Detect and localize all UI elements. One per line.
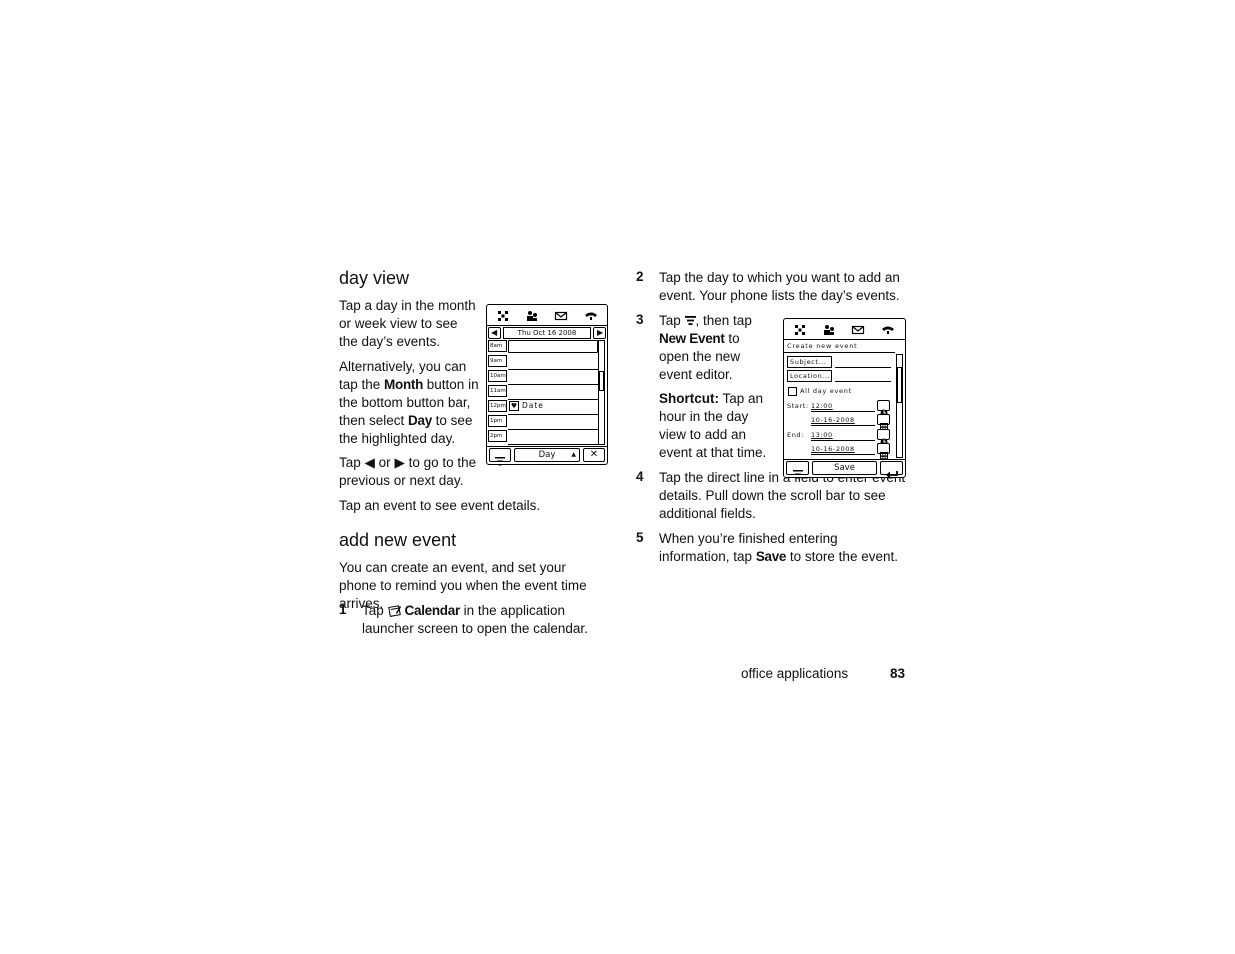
step-1-number: 1 bbox=[339, 602, 347, 617]
page-number: 83 bbox=[890, 666, 906, 681]
step-2-number: 2 bbox=[636, 269, 644, 284]
hour-label: 12pm bbox=[488, 400, 507, 412]
close-icon: ✕ bbox=[589, 449, 599, 460]
end-time-button[interactable] bbox=[877, 429, 890, 446]
event-row[interactable]: ♥ Date bbox=[508, 400, 598, 415]
new-event-ref: New Event bbox=[659, 331, 725, 346]
calendar-app-icon bbox=[387, 604, 402, 617]
message-icon bbox=[851, 322, 865, 336]
day-view-paragraph-4: Tap an event to see event details. bbox=[339, 498, 541, 513]
section-heading-add-new-event: add new event bbox=[339, 530, 457, 550]
day-view-paragraph-2: Alternatively, you can tap the Month but… bbox=[339, 359, 479, 446]
hour-slot[interactable] bbox=[508, 385, 598, 400]
hour-label: 1pm bbox=[488, 415, 507, 427]
event-label: Date bbox=[522, 401, 544, 410]
step-3-text: Tap , then tap New Event to open the new… bbox=[659, 312, 752, 382]
step-5-number: 5 bbox=[636, 530, 644, 545]
day-view-paragraph-1: Tap a day in the month or week view to s… bbox=[339, 298, 476, 349]
menu-button[interactable] bbox=[786, 461, 809, 479]
start-time-field[interactable]: 12:00 bbox=[811, 401, 875, 412]
right-arrow-icon: ▶ bbox=[394, 455, 405, 470]
day-view-screenshot: ◀ Thu Oct 16 2008 ▶ 8am 9am 10am 11am 12… bbox=[486, 304, 608, 466]
hour-label: 9am bbox=[488, 355, 507, 367]
end-label: End: bbox=[787, 431, 804, 439]
left-arrow-icon: ◀ bbox=[364, 455, 375, 470]
prev-day-button[interactable]: ◀ bbox=[488, 327, 501, 339]
start-date-button[interactable] bbox=[877, 414, 890, 431]
hour-label: 2pm bbox=[488, 430, 507, 442]
hour-list: 8am 9am 10am 11am 12pm ♥ Date 1pm 2pm bbox=[488, 340, 598, 445]
hour-label: 10am bbox=[488, 370, 507, 382]
calendar-ref: Calendar bbox=[404, 603, 461, 618]
step-1-text: Tap Calendar in the application launcher… bbox=[362, 603, 588, 636]
menu-icon bbox=[793, 464, 803, 483]
month-button-ref: Month bbox=[384, 377, 424, 392]
phone-icon bbox=[584, 308, 598, 322]
end-date-field[interactable]: 10-16-2008 bbox=[811, 444, 875, 455]
hour-slot[interactable] bbox=[508, 355, 598, 370]
step-4-number: 4 bbox=[636, 469, 644, 484]
scrollbar-thumb[interactable] bbox=[897, 367, 902, 403]
subject-button[interactable]: Subject... bbox=[787, 356, 832, 368]
left-arrow-icon: ◀ bbox=[491, 328, 498, 337]
message-icon bbox=[554, 308, 568, 322]
hour-label: 8am bbox=[488, 340, 507, 352]
date-label: Thu Oct 16 2008 bbox=[503, 327, 591, 339]
save-button[interactable]: Save bbox=[812, 461, 877, 475]
location-field[interactable] bbox=[835, 381, 891, 382]
scrollbar-thumb[interactable] bbox=[599, 371, 604, 391]
hour-slot[interactable] bbox=[508, 340, 598, 353]
shortcut-text: Shortcut: Tap an hour in the day view to… bbox=[659, 391, 767, 460]
footer-section-title: office applications bbox=[741, 666, 849, 681]
hour-slot[interactable] bbox=[508, 370, 598, 385]
close-button[interactable]: ✕ bbox=[583, 448, 605, 462]
view-select-button[interactable]: Day ▲ bbox=[514, 448, 580, 462]
shortcut-label: Shortcut: bbox=[659, 391, 719, 406]
section-heading-day-view: day view bbox=[339, 268, 410, 288]
hour-slot[interactable] bbox=[508, 415, 598, 430]
start-time-button[interactable] bbox=[877, 400, 890, 417]
save-ref: Save bbox=[755, 549, 787, 564]
return-arrow-icon bbox=[885, 464, 899, 483]
subject-field[interactable] bbox=[835, 367, 891, 368]
form-title: Create new event bbox=[787, 342, 858, 350]
scrollbar[interactable] bbox=[896, 354, 903, 458]
day-button-ref: Day bbox=[408, 413, 432, 428]
end-date-button[interactable] bbox=[877, 443, 890, 460]
step-5-text: When you’re finished entering informatio… bbox=[659, 531, 898, 564]
day-view-paragraph-3: Tap ◀ or ▶ to go to the previous or next… bbox=[339, 455, 477, 488]
create-event-screenshot: Create new event Subject... Location... … bbox=[783, 318, 906, 479]
start-date-field[interactable]: 10-16-2008 bbox=[811, 415, 875, 426]
all-day-checkbox[interactable] bbox=[788, 387, 797, 396]
next-day-button[interactable]: ▶ bbox=[593, 327, 606, 339]
heart-icon: ♥ bbox=[509, 401, 519, 411]
phone-icon bbox=[881, 322, 895, 336]
scrollbar[interactable] bbox=[598, 340, 605, 445]
menu-button[interactable] bbox=[489, 448, 511, 466]
hour-slot[interactable] bbox=[508, 430, 598, 445]
end-time-field[interactable]: 13:00 bbox=[811, 430, 875, 441]
step-3-number: 3 bbox=[636, 312, 644, 327]
launcher-icon bbox=[496, 308, 510, 322]
right-arrow-icon: ▶ bbox=[597, 328, 604, 337]
contacts-icon bbox=[525, 308, 539, 322]
menu-icon bbox=[684, 312, 696, 330]
chevron-up-icon: ▲ bbox=[571, 451, 576, 458]
menu-icon bbox=[495, 451, 505, 470]
location-button[interactable]: Location... bbox=[787, 370, 832, 382]
contacts-icon bbox=[822, 322, 836, 336]
step-2-text: Tap the day to which you want to add an … bbox=[659, 270, 900, 303]
start-label: Start: bbox=[787, 402, 809, 410]
hour-label: 11am bbox=[488, 385, 507, 397]
all-day-label: All day event bbox=[800, 387, 852, 395]
back-button[interactable] bbox=[880, 461, 903, 479]
launcher-icon bbox=[793, 322, 807, 336]
